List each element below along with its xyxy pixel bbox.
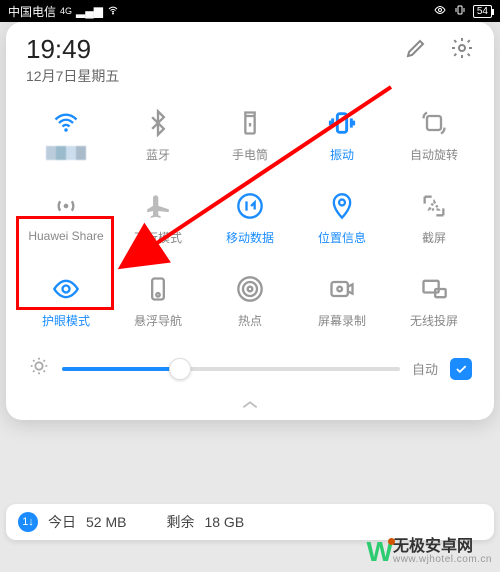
bluetooth-icon xyxy=(143,108,173,138)
remain-value: 18 GB xyxy=(204,514,244,530)
date-label[interactable]: 12月7日星期五 xyxy=(26,66,404,86)
watermark-logo: W xyxy=(367,536,389,568)
edit-icon[interactable] xyxy=(404,36,428,65)
auto-brightness-checkbox[interactable] xyxy=(450,358,472,380)
tile-label: 截屏 xyxy=(422,229,446,246)
tile-label: 手电筒 xyxy=(232,146,268,163)
floatnav-icon xyxy=(143,274,173,304)
airplane-icon xyxy=(143,191,173,221)
tile-hotspot[interactable]: 热点 xyxy=(204,274,296,329)
tile-huaweishare[interactable]: Huawei Share xyxy=(20,191,112,246)
collapse-chevron-icon[interactable] xyxy=(16,392,484,414)
tile-floatnav[interactable]: 悬浮导航 xyxy=(112,274,204,329)
remain-label: 剩余 xyxy=(166,512,194,532)
vibrate-icon xyxy=(327,108,357,138)
tile-label: 蓝牙 xyxy=(146,146,170,163)
network-badge: 4G xyxy=(60,6,72,16)
autorotate-icon xyxy=(419,108,449,138)
quick-settings-panel: 19:49 12月7日星期五 蓝牙 xyxy=(6,22,494,420)
huaweishare-icon xyxy=(51,191,81,221)
tile-label: 悬浮导航 xyxy=(134,312,182,329)
today-value: 52 MB xyxy=(86,514,126,530)
signal-icon: ▂▄▆ xyxy=(76,4,103,18)
location-icon xyxy=(327,191,357,221)
eye-icon xyxy=(51,274,81,304)
flashlight-icon xyxy=(235,108,265,138)
screenshot-icon xyxy=(419,191,449,221)
tile-label: 护眼模式 xyxy=(42,312,90,329)
tile-label: 自动旋转 xyxy=(410,146,458,163)
tile-flashlight[interactable]: 手电筒 xyxy=(204,108,296,163)
tile-screenrec[interactable]: 屏幕录制 xyxy=(296,274,388,329)
watermark-url: www.wjhotel.com.cn xyxy=(393,555,492,565)
data-usage-icon: 1↓ xyxy=(18,512,38,532)
tile-label: 屏幕录制 xyxy=(318,312,366,329)
tile-label: 无线投屏 xyxy=(410,312,458,329)
wifi-status-icon xyxy=(107,4,119,19)
gear-icon[interactable] xyxy=(450,36,474,65)
clock[interactable]: 19:49 xyxy=(26,36,404,62)
today-label: 今日 xyxy=(48,512,76,532)
wifi-icon xyxy=(51,108,81,138)
cast-icon xyxy=(419,274,449,304)
tile-bluetooth[interactable]: 蓝牙 xyxy=(112,108,204,163)
screenrecord-icon xyxy=(327,274,357,304)
tile-location[interactable]: 位置信息 xyxy=(296,191,388,246)
brightness-slider[interactable] xyxy=(62,367,400,371)
auto-brightness-label: 自动 xyxy=(412,359,438,378)
hotspot-icon xyxy=(235,274,265,304)
brightness-icon xyxy=(28,355,50,382)
eye-status-icon xyxy=(433,4,447,19)
tile-label: 振动 xyxy=(330,146,354,163)
tile-label: 飞行模式 xyxy=(134,229,182,246)
tile-airplane[interactable]: 飞行模式 xyxy=(112,191,204,246)
data-usage-strip[interactable]: 1↓ 今日 52 MB 剩余 18 GB xyxy=(6,504,494,540)
tile-mobiledata[interactable]: 移动数据 xyxy=(204,191,296,246)
tile-cast[interactable]: 无线投屏 xyxy=(388,274,480,329)
mobiledata-icon xyxy=(235,191,265,221)
tile-label: 热点 xyxy=(238,312,262,329)
wifi-ssid-redacted xyxy=(46,146,86,160)
tile-vibrate[interactable]: 振动 xyxy=(296,108,388,163)
watermark-name: 无极安卓网 xyxy=(393,539,492,555)
vibrate-status-icon xyxy=(453,4,467,19)
watermark: W 无极安卓网 www.wjhotel.com.cn xyxy=(367,536,492,568)
carrier-label: 中国电信 xyxy=(8,3,56,20)
tile-eyecare[interactable]: 护眼模式 xyxy=(20,274,112,329)
tile-label: 移动数据 xyxy=(226,229,274,246)
tile-label: Huawei Share xyxy=(28,229,103,243)
tile-autorotate[interactable]: 自动旋转 xyxy=(388,108,480,163)
battery-indicator: 54 xyxy=(473,5,492,18)
brightness-row: 自动 xyxy=(16,341,484,392)
tiles-grid: 蓝牙 手电筒 振动 自动旋转 Huawei Share xyxy=(16,100,484,341)
tile-screenshot[interactable]: 截屏 xyxy=(388,191,480,246)
tile-label: 位置信息 xyxy=(318,229,366,246)
tile-wifi[interactable] xyxy=(20,108,112,163)
status-bar: 中国电信 4G ▂▄▆ 54 xyxy=(0,0,500,22)
